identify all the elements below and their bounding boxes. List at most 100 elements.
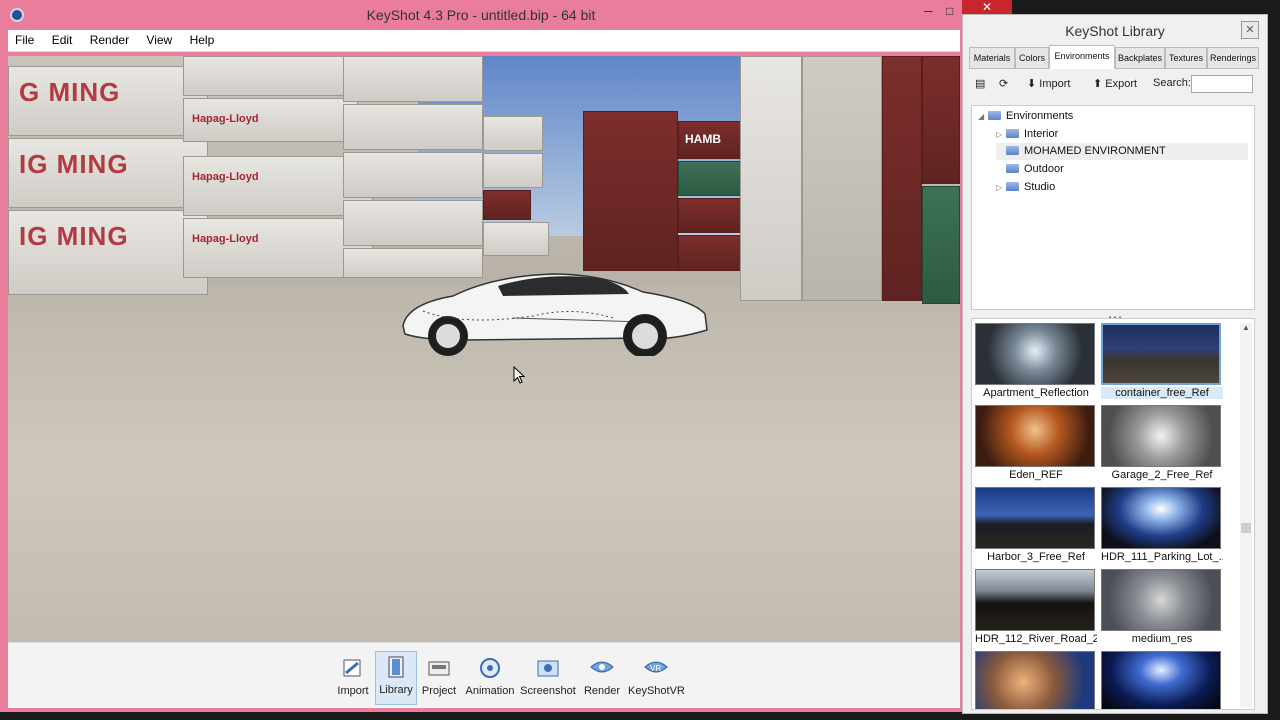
thumb-hdr-111-parking-lot[interactable]: HDR_111_Parking_Lot_... [1101,487,1223,563]
container-lettering: HAMB [685,132,721,146]
thumb-apartment-reflection[interactable]: Apartment_Reflection [975,323,1097,399]
mouse-cursor-icon [513,366,525,384]
upload-arrow-icon: ⬆ [1093,78,1103,90]
thumb-container-free-ref[interactable]: container_free_Ref [1101,323,1223,399]
library-close-button[interactable]: ✕ [1241,21,1259,39]
environment-tree: ◢ Environments ▷ Interior MOHAMED ENVIRONM… [971,105,1255,310]
library-title: KeyShot Library [1065,23,1165,39]
thumbnail-image [975,405,1095,467]
tree-label: Environments [1006,110,1074,122]
library-label: Library [379,684,413,696]
menu-render[interactable]: Render [83,30,136,50]
container-lettering: Hapag-Lloyd [192,171,259,183]
tab-textures[interactable]: Textures [1165,47,1207,69]
tree-label: Interior [1024,128,1059,140]
download-arrow-icon: ⬇ [1027,78,1037,90]
scroll-thumb[interactable] [1241,523,1251,533]
animation-icon [480,658,500,678]
project-button[interactable]: Project [418,653,460,705]
collapse-arrow-icon[interactable]: ▷ [996,126,1006,143]
render-button[interactable]: Render [582,653,622,705]
tree-item-interior[interactable]: ▷ Interior [996,126,1058,143]
menu-view[interactable]: View [139,30,179,50]
menu-edit[interactable]: Edit [45,30,80,50]
minimize-button[interactable]: ─ [924,4,933,18]
thumb-harbor-3-free-ref[interactable]: Harbor_3_Free_Ref [975,487,1097,563]
thumbnail-image [1101,405,1221,467]
animation-button[interactable]: Animation [464,653,516,705]
render-viewport[interactable]: G MING IG MING IG MING Hapag-Lloyd Hapag… [8,56,960,642]
right-container-stack [740,56,960,306]
folder-icon [1006,129,1019,138]
library-toolbar: ▤ ⟳ ⬇ Import ⬆ Export Search: [969,73,1265,99]
folder-icon [1006,164,1019,173]
screenshot-label: Screenshot [520,685,576,697]
thumb-medium-res[interactable]: medium_res [1101,569,1223,645]
thumb-eden-ref[interactable]: Eden_REF [975,405,1097,481]
maximize-button[interactable]: □ [946,4,953,18]
thumbnail-scrollbar[interactable]: ▲ [1240,323,1252,707]
folder-icon [988,111,1001,120]
tab-renderings[interactable]: Renderings [1207,47,1259,69]
thumbnail-image [975,569,1095,631]
title-bar[interactable]: KeyShot 4.3 Pro - untitled.bip - 64 bit … [0,0,962,30]
keyshotvr-label: KeyShotVR [628,685,685,697]
keyshotvr-button[interactable]: VR KeyShotVR [628,653,685,705]
export-lib-button[interactable]: ⬆ Export [1093,77,1137,90]
container-lettering: G MING [19,77,121,107]
import-button[interactable]: Import [334,653,372,705]
import-lib-label: Import [1039,78,1071,90]
tree-label: Studio [1024,181,1056,193]
far-container-stack [483,116,553,256]
svg-text:VR: VR [650,664,661,673]
car-model[interactable] [393,256,713,356]
container-lettering: Hapag-Lloyd [192,113,259,125]
library-button[interactable]: Library [375,651,417,705]
tree-item-mohamed-environment[interactable]: MOHAMED ENVIRONMENT [996,143,1248,160]
thumbnail-label: Apartment_Reflection [983,387,1089,399]
tab-backplates[interactable]: Backplates [1115,47,1165,69]
thumbnail-label: medium_res [1131,633,1193,645]
screenshot-button[interactable]: Screenshot [520,653,576,705]
thumb-garage-2-free-ref[interactable]: Garage_2_Free_Ref [1101,405,1223,481]
thumbnail-image [975,487,1095,549]
bottom-toolbar: Import Library Project Animation Screens… [8,642,960,708]
tree-item-studio[interactable]: ▷ Studio [996,179,1055,196]
folder-tree-icon[interactable]: ▤ [975,77,985,90]
tab-environments[interactable]: Environments [1049,45,1115,69]
search-input[interactable] [1191,75,1253,93]
keyshot-library-panel: KeyShot Library ✕ Materials Colors Envir… [962,14,1268,714]
expand-arrow-icon[interactable]: ◢ [978,108,988,125]
tree-root-environments[interactable]: ◢ Environments [978,108,1073,125]
thumbnail-image [1101,323,1221,385]
tree-item-outdoor[interactable]: Outdoor [996,161,1064,178]
thumb-hdr-112-river-road[interactable]: HDR_112_River_Road_2... [975,569,1097,645]
thumb-environment-10[interactable] [1101,651,1223,709]
container-lettering: Hapag-Lloyd [192,233,259,245]
project-icon [428,661,450,676]
refresh-icon[interactable]: ⟳ [999,77,1008,90]
keyshotvr-icon: VR [644,661,668,673]
menu-help[interactable]: Help [183,30,222,50]
render-label: Render [583,685,621,697]
thumbnail-label: Harbor_3_Free_Ref [987,551,1085,563]
render-icon [590,661,614,673]
tab-colors[interactable]: Colors [1015,47,1049,69]
thumbnail-image [1101,569,1221,631]
animation-label: Animation [465,685,515,697]
library-icon [388,656,404,678]
import-lib-button[interactable]: ⬇ Import [1027,77,1070,90]
tab-materials[interactable]: Materials [969,47,1015,69]
scroll-up-arrow-icon[interactable]: ▲ [1240,323,1252,337]
container-lettering: IG MING [19,149,129,179]
collapse-arrow-icon[interactable]: ▷ [996,179,1006,196]
thumbnail-image [975,651,1095,709]
export-lib-label: Export [1105,78,1138,90]
tree-label: MOHAMED ENVIRONMENT [1024,145,1166,157]
folder-icon [1006,182,1019,191]
thumbnail-image [1101,487,1221,549]
thumb-environment-9[interactable] [975,651,1097,709]
tree-label: Outdoor [1024,163,1064,175]
menu-file[interactable]: File [8,30,41,50]
search-label: Search: [1153,77,1191,89]
